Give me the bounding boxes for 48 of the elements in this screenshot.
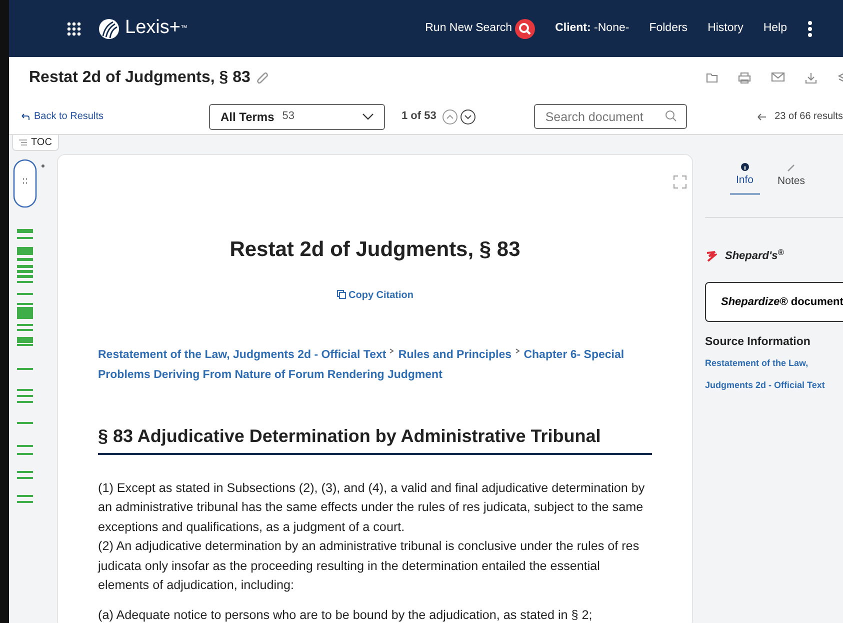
paragraph-text: (1) Except as stated in Subsections (2), (3), and (4), a valid and final adjudicative determination by an administrative tribunal has the same effects under the rules of res judicata, subject to the same exceptions and qualifications, as a judgment of a court. [98,480,646,536]
next-hit-icon[interactable] [460,108,476,124]
back-to-results-link[interactable]: Back to Results [34,109,104,124]
shepards-signal-icon [705,250,717,262]
source-link[interactable]: Restatement of the Law, Judgments 2d - Official Text [705,352,827,396]
pencil-icon [787,164,796,172]
document-title: Restat 2d of Judgments, § 83 [29,68,250,88]
document-heading: Restat 2d of Judgments, § 83 [228,237,522,263]
print-icon[interactable] [738,72,751,84]
nav-link[interactable]: Help [763,20,787,38]
folder-icon[interactable] [706,72,718,83]
nav-link[interactable]: Folders [649,20,688,38]
section-title: § 83 Adjudicative Determination by Administrative Tribunal [98,422,652,454]
email-icon[interactable] [771,72,785,82]
apps-icon[interactable] [67,22,81,36]
breadcrumb-trail[interactable]: Restatement of the Law, Judgments 2d - Official Text Rules and Principles Chapter 6- Special Problems Deriving From Nature of Forum Rendering Judgment [98,344,652,384]
more-icon[interactable] [807,20,813,38]
source-heading: Source Information [705,335,812,350]
breadcrumb-separator-icon [514,348,521,354]
toc-tab[interactable]: TOC [12,135,59,151]
client-selector[interactable]: Client: -None- [555,20,630,38]
results-count: 23 of 66 results [774,110,843,124]
hit-map-drawing[interactable] [13,159,45,504]
terms-dropdown[interactable]: All Terms 53 [209,104,386,130]
run-new-search-link[interactable]: Run New Search [425,20,512,38]
paragraph-text: (2) An adjudicative determination by an administrative tribunal is conclusive under the rules of res judicata only insofar as the proceeding resulting in the determination entailed the essential elements of adjudication, including: [98,538,640,594]
expand-icon[interactable] [673,175,687,189]
nav-link[interactable]: History [708,20,744,38]
shepardize-button[interactable]: Shepardize® document [705,282,843,322]
hit-position: 1 of 53 [401,109,436,124]
copy-icon [336,290,346,300]
panel-tab[interactable]: Notes [772,163,811,195]
back-arrow-icon[interactable] [756,112,767,120]
back-arrow-icon[interactable] [21,112,30,120]
caret-icon [362,113,374,120]
toc-icon [19,139,27,146]
search-field[interactable]: Search document [534,104,688,129]
search-icon[interactable] [515,18,536,38]
copy-citation-link[interactable]: Copy Citation [336,288,414,302]
breadcrumb-separator-icon [389,348,396,354]
panel-tab[interactable]: Info [730,163,760,195]
search-icon [665,110,678,122]
logo: Lexis+$^{™}$ [125,16,188,40]
download-icon[interactable] [805,72,817,84]
shepards-label: Shepard's$^{®}$ [725,248,784,264]
info-icon [740,163,749,171]
paragraph-text: (a) Adequate notice to persons who are to be bound by the adjudication, as stated in § 2; [98,606,594,623]
logo-icon [97,18,121,40]
